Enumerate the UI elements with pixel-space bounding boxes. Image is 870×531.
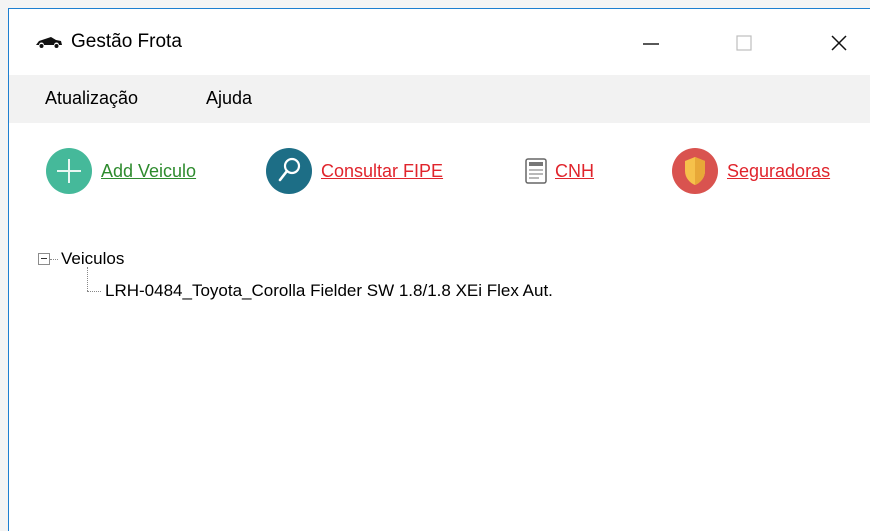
document-icon [525, 158, 547, 184]
minimize-icon [643, 43, 659, 45]
add-vehicle-label[interactable]: Add Veiculo [101, 161, 196, 182]
title-bar[interactable]: Gestão Frota [9, 9, 870, 75]
menu-ajuda[interactable]: Ajuda [206, 88, 252, 109]
tree-item-vehicle[interactable]: LRH-0484_Toyota_Corolla Fielder SW 1.8/1… [105, 281, 553, 301]
insurers-link[interactable]: Seguradoras [671, 147, 830, 195]
tree-root-veiculos[interactable]: Veiculos [61, 249, 124, 269]
app-window: Gestão Frota Atualização Ajuda Add Veicu… [8, 8, 870, 531]
menu-bar: Atualização Ajuda [9, 75, 870, 123]
add-vehicle-link[interactable]: Add Veiculo [45, 147, 196, 195]
maximize-icon [736, 35, 752, 51]
window-title: Gestão Frota [71, 31, 182, 52]
tree-connector [50, 259, 58, 260]
maximize-button[interactable] [721, 23, 781, 63]
background-edge-left [0, 0, 8, 531]
consult-fipe-label[interactable]: Consultar FIPE [321, 161, 443, 182]
tree-connector [87, 267, 88, 291]
vehicle-tree[interactable]: Veiculos LRH-0484_Toyota_Corolla Fielder… [37, 241, 857, 521]
tree-connector [87, 291, 101, 292]
car-icon [36, 37, 62, 48]
cnh-link[interactable]: CNH [525, 147, 594, 195]
close-icon [831, 35, 847, 51]
insurers-label[interactable]: Seguradoras [727, 161, 830, 182]
cnh-label[interactable]: CNH [555, 161, 594, 182]
close-button[interactable] [809, 23, 869, 63]
consult-fipe-link[interactable]: Consultar FIPE [265, 147, 443, 195]
collapse-icon[interactable] [38, 253, 50, 265]
minimize-button[interactable] [621, 23, 681, 63]
search-icon [266, 148, 312, 194]
background-edge-top [0, 0, 870, 8]
shield-icon [672, 148, 718, 194]
menu-atualizacao[interactable]: Atualização [45, 88, 138, 109]
plus-icon [46, 148, 92, 194]
